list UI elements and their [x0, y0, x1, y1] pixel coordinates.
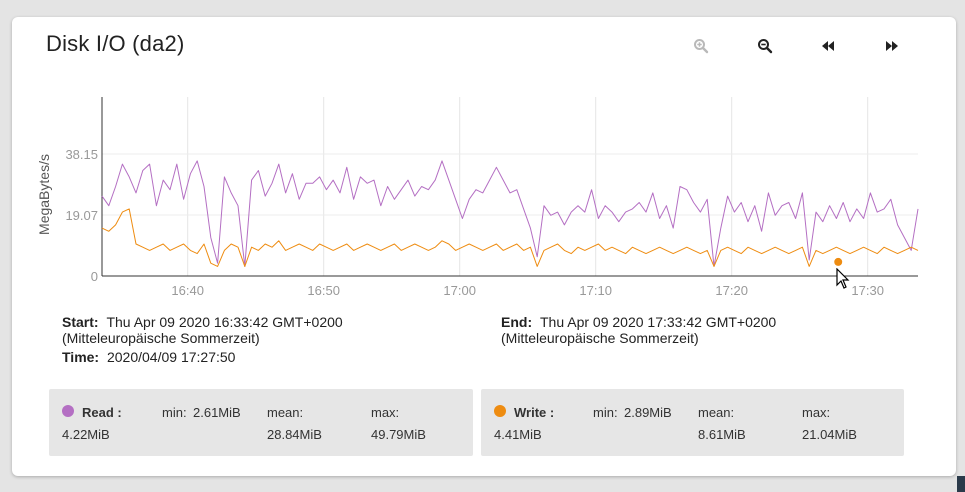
read-mean: 28.84MiB	[267, 427, 322, 442]
highlight-point	[834, 257, 843, 266]
legend-write: Write : 4.41MiB min: 2.89MiB mean: 8.61M…	[481, 389, 904, 456]
start-label: Start:	[62, 314, 99, 330]
x-tick-label: 17:00	[443, 283, 476, 298]
time-label: Time:	[62, 349, 100, 365]
read-color-dot	[62, 405, 74, 417]
read-min: 2.61MiB	[193, 405, 241, 420]
read-mean-label: mean:	[267, 405, 304, 420]
x-tick-label: 16:50	[307, 283, 340, 298]
write-mean: 8.61MiB	[698, 427, 746, 442]
end-label: End:	[501, 314, 533, 330]
x-tick-label: 17:30	[851, 283, 884, 298]
y-tick-label: 38.15	[65, 147, 98, 162]
window-corner	[957, 476, 965, 492]
write-max-label: max:	[802, 405, 831, 420]
y-tick-label: 19.07	[65, 208, 98, 223]
disk-io-chart[interactable]: 16:40 16:50 17:00 17:10 17:20 17:30 0 19.07 38.1…	[12, 17, 956, 307]
disk-io-card: Disk I/O (da2) 16:40 16:50 17:00 17:10 17:20…	[12, 17, 956, 476]
read-max: 49.79MiB	[371, 427, 426, 442]
x-tick-label: 16:40	[171, 283, 204, 298]
write-name: Write :	[514, 405, 555, 420]
start-timezone: (Mitteleuropäische Sommerzeit)	[62, 330, 260, 346]
end-value: Thu Apr 09 2020 17:33:42 GMT+0200	[540, 314, 777, 330]
write-mean-label: mean:	[698, 405, 735, 420]
time-value: 2020/04/09 17:27:50	[106, 349, 236, 365]
read-current: 4.22MiB	[62, 427, 110, 442]
read-min-label: min:	[162, 405, 187, 420]
write-max: 21.04MiB	[802, 427, 857, 442]
start-info: Start: Thu Apr 09 2020 16:33:42 GMT+0200…	[62, 314, 343, 346]
start-value: Thu Apr 09 2020 16:33:42 GMT+0200	[106, 314, 343, 330]
y-tick-label: 0	[91, 269, 98, 284]
read-name: Read :	[82, 405, 122, 420]
end-timezone: (Mitteleuropäische Sommerzeit)	[501, 330, 699, 346]
read-max-label: max:	[371, 405, 400, 420]
x-tick-label: 17:20	[715, 283, 748, 298]
time-info: Time: 2020/04/09 17:27:50	[62, 349, 235, 365]
mouse-cursor-icon	[836, 268, 850, 289]
write-min-label: min:	[593, 405, 618, 420]
legend-read: Read : 4.22MiB min: 2.61MiB mean: 28.84M…	[49, 389, 473, 456]
end-info: End: Thu Apr 09 2020 17:33:42 GMT+0200 (…	[501, 314, 776, 346]
write-current: 4.41MiB	[494, 427, 542, 442]
x-tick-label: 17:10	[579, 283, 612, 298]
write-color-dot	[494, 405, 506, 417]
y-axis-label: MegaBytes/s	[36, 154, 52, 235]
write-min: 2.89MiB	[624, 405, 672, 420]
